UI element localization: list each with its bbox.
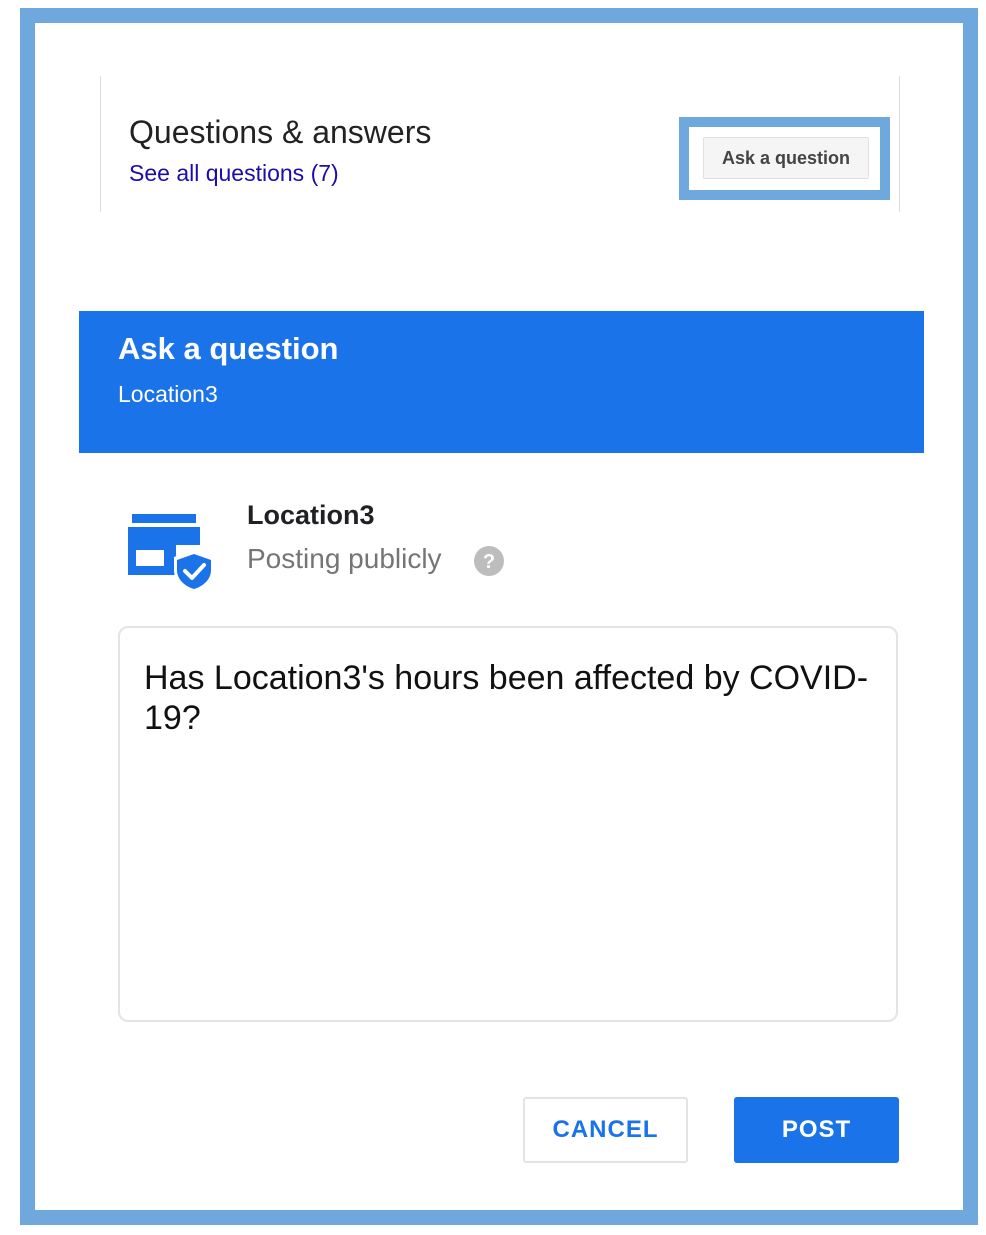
question-input[interactable]: Has Location3's hours been affected by C… (118, 626, 898, 1022)
ask-question-button[interactable]: Ask a question (703, 137, 869, 179)
qa-title: Questions & answers (129, 114, 432, 150)
dialog-header: Ask a question Location3 (79, 311, 924, 453)
svg-text:?: ? (483, 551, 495, 573)
see-all-questions-link[interactable]: See all questions (7) (129, 160, 339, 187)
dialog-subtitle: Location3 (118, 381, 218, 407)
dialog-title: Ask a question (118, 331, 339, 366)
post-button[interactable]: POST (734, 1097, 899, 1163)
posting-visibility: Posting publicly (247, 543, 442, 574)
poster-name: Location3 (247, 500, 375, 530)
ask-button-highlight: Ask a question (679, 117, 890, 200)
help-icon[interactable]: ? (473, 545, 505, 577)
store-verified-icon (128, 514, 214, 592)
cancel-button[interactable]: CANCEL (523, 1097, 688, 1163)
